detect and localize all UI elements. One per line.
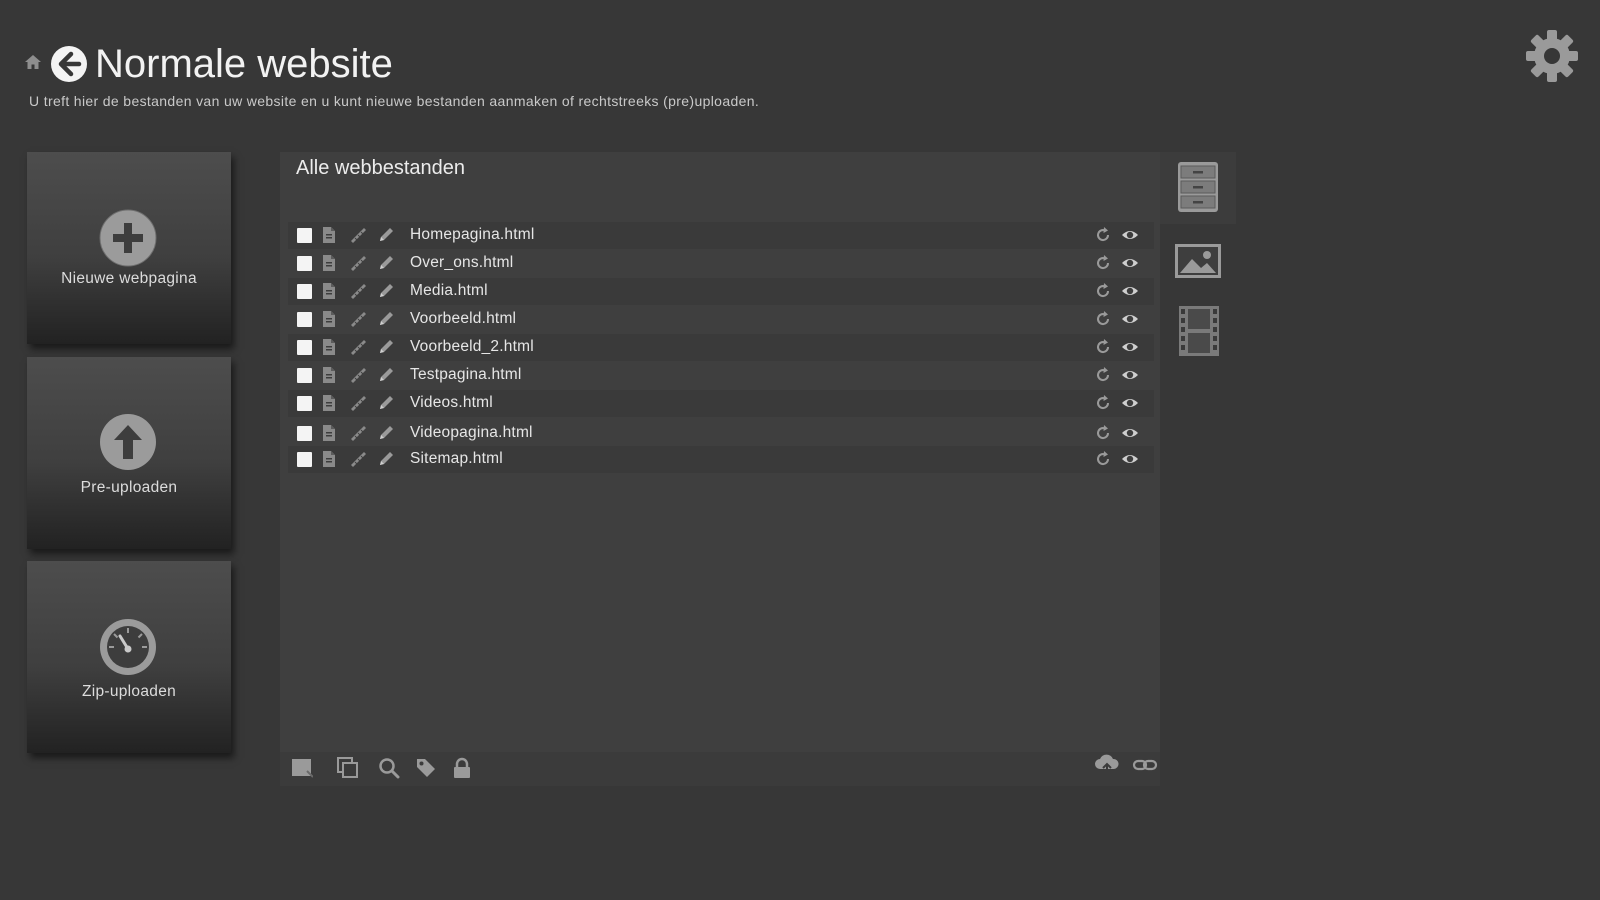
pencil-icon[interactable]: [377, 282, 395, 300]
panel-title: Alle webbestanden: [296, 157, 466, 179]
new-webpage-tile[interactable]: Nieuwe webpagina: [27, 152, 231, 344]
pencil-icon[interactable]: [377, 310, 395, 328]
file-cabinet-icon[interactable]: [1176, 160, 1220, 214]
file-row[interactable]: Voorbeeld.html: [288, 306, 1154, 333]
file-name[interactable]: Videos.html: [410, 394, 493, 412]
pre-upload-tile[interactable]: Pre-uploaden: [27, 357, 231, 549]
file-properties-icon[interactable]: [320, 226, 338, 244]
select-all-icon[interactable]: [291, 757, 313, 779]
eye-icon[interactable]: [1121, 394, 1139, 412]
file-properties-icon[interactable]: [320, 366, 338, 384]
file-checkbox[interactable]: [297, 340, 312, 355]
file-name[interactable]: Voorbeeld_2.html: [410, 338, 534, 356]
pencil-icon[interactable]: [377, 450, 395, 468]
file-row[interactable]: Media.html: [288, 278, 1154, 305]
file-checkbox[interactable]: [297, 368, 312, 383]
lock-icon[interactable]: [451, 757, 473, 779]
eye-icon[interactable]: [1121, 424, 1139, 442]
refresh-icon[interactable]: [1094, 366, 1112, 384]
file-name[interactable]: Homepagina.html: [410, 226, 534, 244]
file-row[interactable]: Sitemap.html: [288, 446, 1154, 473]
ruler-icon[interactable]: [349, 338, 367, 356]
ruler-icon[interactable]: [349, 226, 367, 244]
file-checkbox[interactable]: [297, 312, 312, 327]
refresh-icon[interactable]: [1094, 254, 1112, 272]
file-properties-icon[interactable]: [320, 254, 338, 272]
ruler-icon[interactable]: [349, 366, 367, 384]
plus-circle-icon: [99, 209, 157, 267]
pencil-icon[interactable]: [377, 394, 395, 412]
file-name[interactable]: Over_ons.html: [410, 254, 513, 272]
eye-icon[interactable]: [1121, 226, 1139, 244]
file-row[interactable]: Testpagina.html: [288, 362, 1154, 389]
ruler-icon[interactable]: [349, 424, 367, 442]
upload-arrow-icon: [100, 414, 156, 470]
file-row[interactable]: Homepagina.html: [288, 222, 1154, 249]
ruler-icon[interactable]: [349, 310, 367, 328]
page-subtitle: U treft hier de bestanden van uw website…: [29, 93, 760, 109]
file-name[interactable]: Testpagina.html: [410, 366, 522, 384]
file-name[interactable]: Voorbeeld.html: [410, 310, 516, 328]
file-row[interactable]: Videos.html: [288, 390, 1154, 417]
eye-icon[interactable]: [1121, 310, 1139, 328]
file-checkbox[interactable]: [297, 284, 312, 299]
file-properties-icon[interactable]: [320, 338, 338, 356]
file-name[interactable]: Media.html: [410, 282, 488, 300]
speedometer-icon: [100, 619, 156, 675]
refresh-icon[interactable]: [1094, 394, 1112, 412]
home-icon[interactable]: [24, 54, 42, 70]
pencil-icon[interactable]: [377, 424, 395, 442]
file-row[interactable]: Voorbeeld_2.html: [288, 334, 1154, 361]
file-row[interactable]: Over_ons.html: [288, 250, 1154, 277]
pencil-icon[interactable]: [377, 254, 395, 272]
link-icon[interactable]: [1132, 754, 1158, 776]
tag-icon[interactable]: [415, 757, 437, 779]
ruler-icon[interactable]: [349, 254, 367, 272]
tile-label: Pre-uploaden: [80, 479, 178, 496]
back-arrow-icon[interactable]: [50, 45, 88, 83]
file-checkbox[interactable]: [297, 256, 312, 271]
file-checkbox[interactable]: [297, 426, 312, 441]
file-properties-icon[interactable]: [320, 450, 338, 468]
tile-label: Zip-uploaden: [81, 683, 177, 700]
file-checkbox[interactable]: [297, 452, 312, 467]
pencil-icon[interactable]: [377, 226, 395, 244]
ruler-icon[interactable]: [349, 282, 367, 300]
film-icon[interactable]: [1178, 305, 1220, 357]
bottom-toolbar: [280, 752, 1160, 786]
ruler-icon[interactable]: [349, 394, 367, 412]
eye-icon[interactable]: [1121, 450, 1139, 468]
refresh-icon[interactable]: [1094, 282, 1112, 300]
refresh-icon[interactable]: [1094, 450, 1112, 468]
refresh-icon[interactable]: [1094, 338, 1112, 356]
file-checkbox[interactable]: [297, 396, 312, 411]
file-row[interactable]: Videopagina.html: [288, 420, 1154, 447]
ruler-icon[interactable]: [349, 450, 367, 468]
eye-icon[interactable]: [1121, 254, 1139, 272]
eye-icon[interactable]: [1121, 366, 1139, 384]
eye-icon[interactable]: [1121, 282, 1139, 300]
file-properties-icon[interactable]: [320, 282, 338, 300]
cloud-upload-icon[interactable]: [1094, 754, 1120, 776]
refresh-icon[interactable]: [1094, 226, 1112, 244]
search-icon[interactable]: [378, 757, 400, 779]
pencil-icon[interactable]: [377, 338, 395, 356]
pencil-icon[interactable]: [377, 366, 395, 384]
file-name[interactable]: Sitemap.html: [410, 450, 503, 468]
gear-icon[interactable]: [1524, 28, 1580, 84]
file-checkbox[interactable]: [297, 228, 312, 243]
copy-icon[interactable]: [337, 757, 359, 779]
zip-upload-tile[interactable]: Zip-uploaden: [27, 561, 231, 753]
page-title: Normale website: [95, 42, 393, 86]
eye-icon[interactable]: [1121, 338, 1139, 356]
file-properties-icon[interactable]: [320, 310, 338, 328]
refresh-icon[interactable]: [1094, 310, 1112, 328]
file-name[interactable]: Videopagina.html: [410, 424, 533, 442]
image-icon[interactable]: [1174, 243, 1222, 279]
refresh-icon[interactable]: [1094, 424, 1112, 442]
file-properties-icon[interactable]: [320, 424, 338, 442]
tile-label: Nieuwe webpagina: [61, 270, 197, 287]
file-properties-icon[interactable]: [320, 394, 338, 412]
